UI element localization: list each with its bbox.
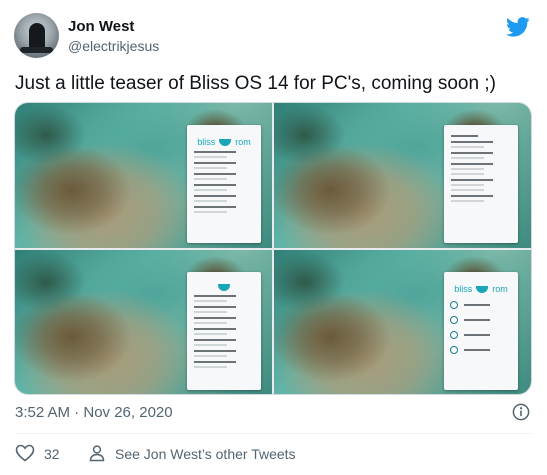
settings-row bbox=[451, 163, 511, 175]
lotus-icon bbox=[476, 285, 489, 293]
like-count[interactable]: 32 bbox=[44, 446, 60, 462]
settings-icon bbox=[450, 316, 458, 324]
heart-icon[interactable] bbox=[15, 444, 35, 462]
settings-row bbox=[194, 328, 254, 335]
tweet-card: Jon West @electrikjesus Just a little te… bbox=[0, 0, 547, 475]
author-name[interactable]: Jon West bbox=[68, 18, 134, 35]
settings-icon bbox=[450, 331, 458, 339]
person-icon[interactable] bbox=[88, 444, 106, 462]
settings-row bbox=[451, 179, 511, 191]
avatar[interactable] bbox=[14, 13, 59, 58]
author-handle[interactable]: @electrikjesus bbox=[68, 38, 159, 54]
settings-panel: bliss rom bbox=[444, 272, 518, 390]
settings-row bbox=[194, 295, 254, 302]
settings-row bbox=[451, 195, 511, 202]
bliss-logo: bliss rom bbox=[187, 137, 261, 147]
menu-row bbox=[450, 301, 512, 309]
brand-name: bliss bbox=[454, 284, 473, 294]
avatar-base bbox=[20, 47, 53, 53]
settings-row bbox=[194, 317, 254, 324]
menu-row bbox=[450, 316, 512, 324]
media-image-1[interactable]: bliss rom bbox=[15, 103, 272, 248]
media-image-2[interactable] bbox=[274, 103, 531, 248]
other-tweets-link[interactable]: See Jon West’s other Tweets bbox=[115, 446, 296, 462]
brand-name: bliss bbox=[197, 137, 216, 147]
media-grid[interactable]: bliss rom bliss rom bbox=[14, 102, 532, 395]
settings-panel bbox=[444, 125, 518, 243]
settings-row bbox=[194, 361, 254, 368]
settings-icon bbox=[450, 301, 458, 309]
settings-row bbox=[194, 195, 254, 202]
lotus-icon bbox=[218, 284, 230, 291]
menu-row bbox=[450, 346, 512, 354]
settings-panel bbox=[187, 272, 261, 390]
media-image-3[interactable] bbox=[15, 250, 272, 394]
settings-row bbox=[194, 151, 254, 158]
tweet-text: Just a little teaser of Bliss OS 14 for … bbox=[15, 73, 496, 94]
settings-row bbox=[194, 206, 254, 213]
settings-row bbox=[194, 306, 254, 313]
settings-row bbox=[194, 173, 254, 180]
avatar-figure bbox=[29, 23, 45, 49]
settings-row bbox=[194, 339, 254, 346]
divider bbox=[15, 433, 532, 434]
brand-suffix: rom bbox=[235, 137, 251, 147]
media-image-4[interactable]: bliss rom bbox=[274, 250, 531, 394]
twitter-bird-icon[interactable] bbox=[506, 17, 530, 37]
bliss-logo bbox=[187, 284, 261, 291]
settings-panel: bliss rom bbox=[187, 125, 261, 243]
settings-header bbox=[451, 135, 511, 137]
lotus-icon bbox=[219, 138, 232, 146]
settings-row bbox=[194, 162, 254, 169]
settings-row bbox=[451, 152, 511, 159]
settings-row bbox=[194, 184, 254, 191]
tweet-timestamp[interactable]: 3:52 AM · Nov 26, 2020 bbox=[15, 404, 173, 421]
settings-row bbox=[194, 350, 254, 357]
settings-row bbox=[451, 141, 511, 148]
bliss-logo: bliss rom bbox=[444, 284, 518, 294]
settings-icon bbox=[450, 346, 458, 354]
menu-row bbox=[450, 331, 512, 339]
brand-suffix: rom bbox=[492, 284, 508, 294]
info-icon[interactable] bbox=[512, 403, 530, 421]
